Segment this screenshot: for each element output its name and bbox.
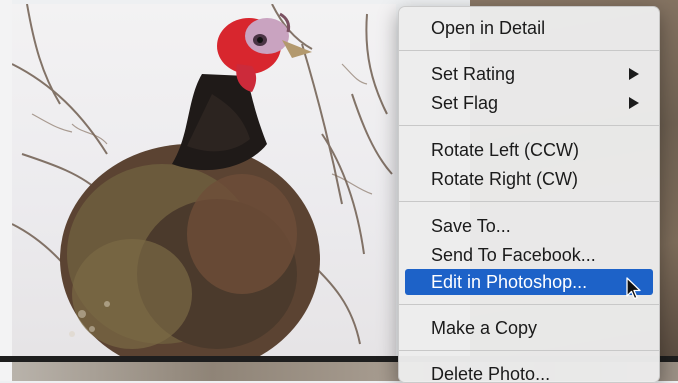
menu-item-label: Save To... bbox=[431, 216, 511, 236]
menu-item-edit-in-photoshop[interactable]: Edit in Photoshop... bbox=[405, 269, 653, 295]
thumbnail-turkey[interactable] bbox=[12, 4, 396, 356]
menu-item-save-to[interactable]: Save To... bbox=[405, 213, 653, 239]
menu-item-open-in-detail[interactable]: Open in Detail bbox=[405, 15, 653, 41]
menu-item-send-to-facebook[interactable]: Send To Facebook... bbox=[405, 242, 653, 268]
context-menu: Open in Detail Set Rating Set Flag Rotat… bbox=[398, 6, 660, 383]
menu-separator bbox=[399, 350, 659, 351]
menu-separator bbox=[399, 50, 659, 51]
menu-item-label: Rotate Right (CW) bbox=[431, 169, 579, 189]
menu-item-label: Make a Copy bbox=[431, 318, 538, 338]
menu-item-label: Delete Photo... bbox=[431, 364, 551, 383]
menu-item-delete-photo[interactable]: Delete Photo... bbox=[405, 361, 653, 383]
menu-separator bbox=[399, 125, 659, 126]
menu-item-label: Open in Detail bbox=[431, 18, 546, 38]
menu-item-label: Edit in Photoshop... bbox=[431, 272, 588, 292]
menu-item-label: Rotate Left (CCW) bbox=[431, 140, 580, 160]
submenu-arrow-icon bbox=[629, 97, 639, 109]
menu-item-make-a-copy[interactable]: Make a Copy bbox=[405, 315, 653, 341]
grid-gutter-left bbox=[0, 0, 12, 381]
menu-item-rotate-left[interactable]: Rotate Left (CCW) bbox=[405, 137, 653, 163]
submenu-arrow-icon bbox=[629, 68, 639, 80]
menu-separator bbox=[399, 201, 659, 202]
arrow-cursor-icon bbox=[626, 277, 641, 300]
menu-item-label: Send To Facebook... bbox=[431, 245, 596, 265]
menu-item-label: Set Rating bbox=[431, 64, 516, 84]
menu-item-rotate-right[interactable]: Rotate Right (CW) bbox=[405, 166, 653, 192]
menu-item-set-rating[interactable]: Set Rating bbox=[405, 61, 653, 87]
menu-item-label: Set Flag bbox=[431, 93, 499, 113]
menu-item-set-flag[interactable]: Set Flag bbox=[405, 90, 653, 116]
menu-separator bbox=[399, 304, 659, 305]
turkey-photo bbox=[12, 4, 393, 356]
